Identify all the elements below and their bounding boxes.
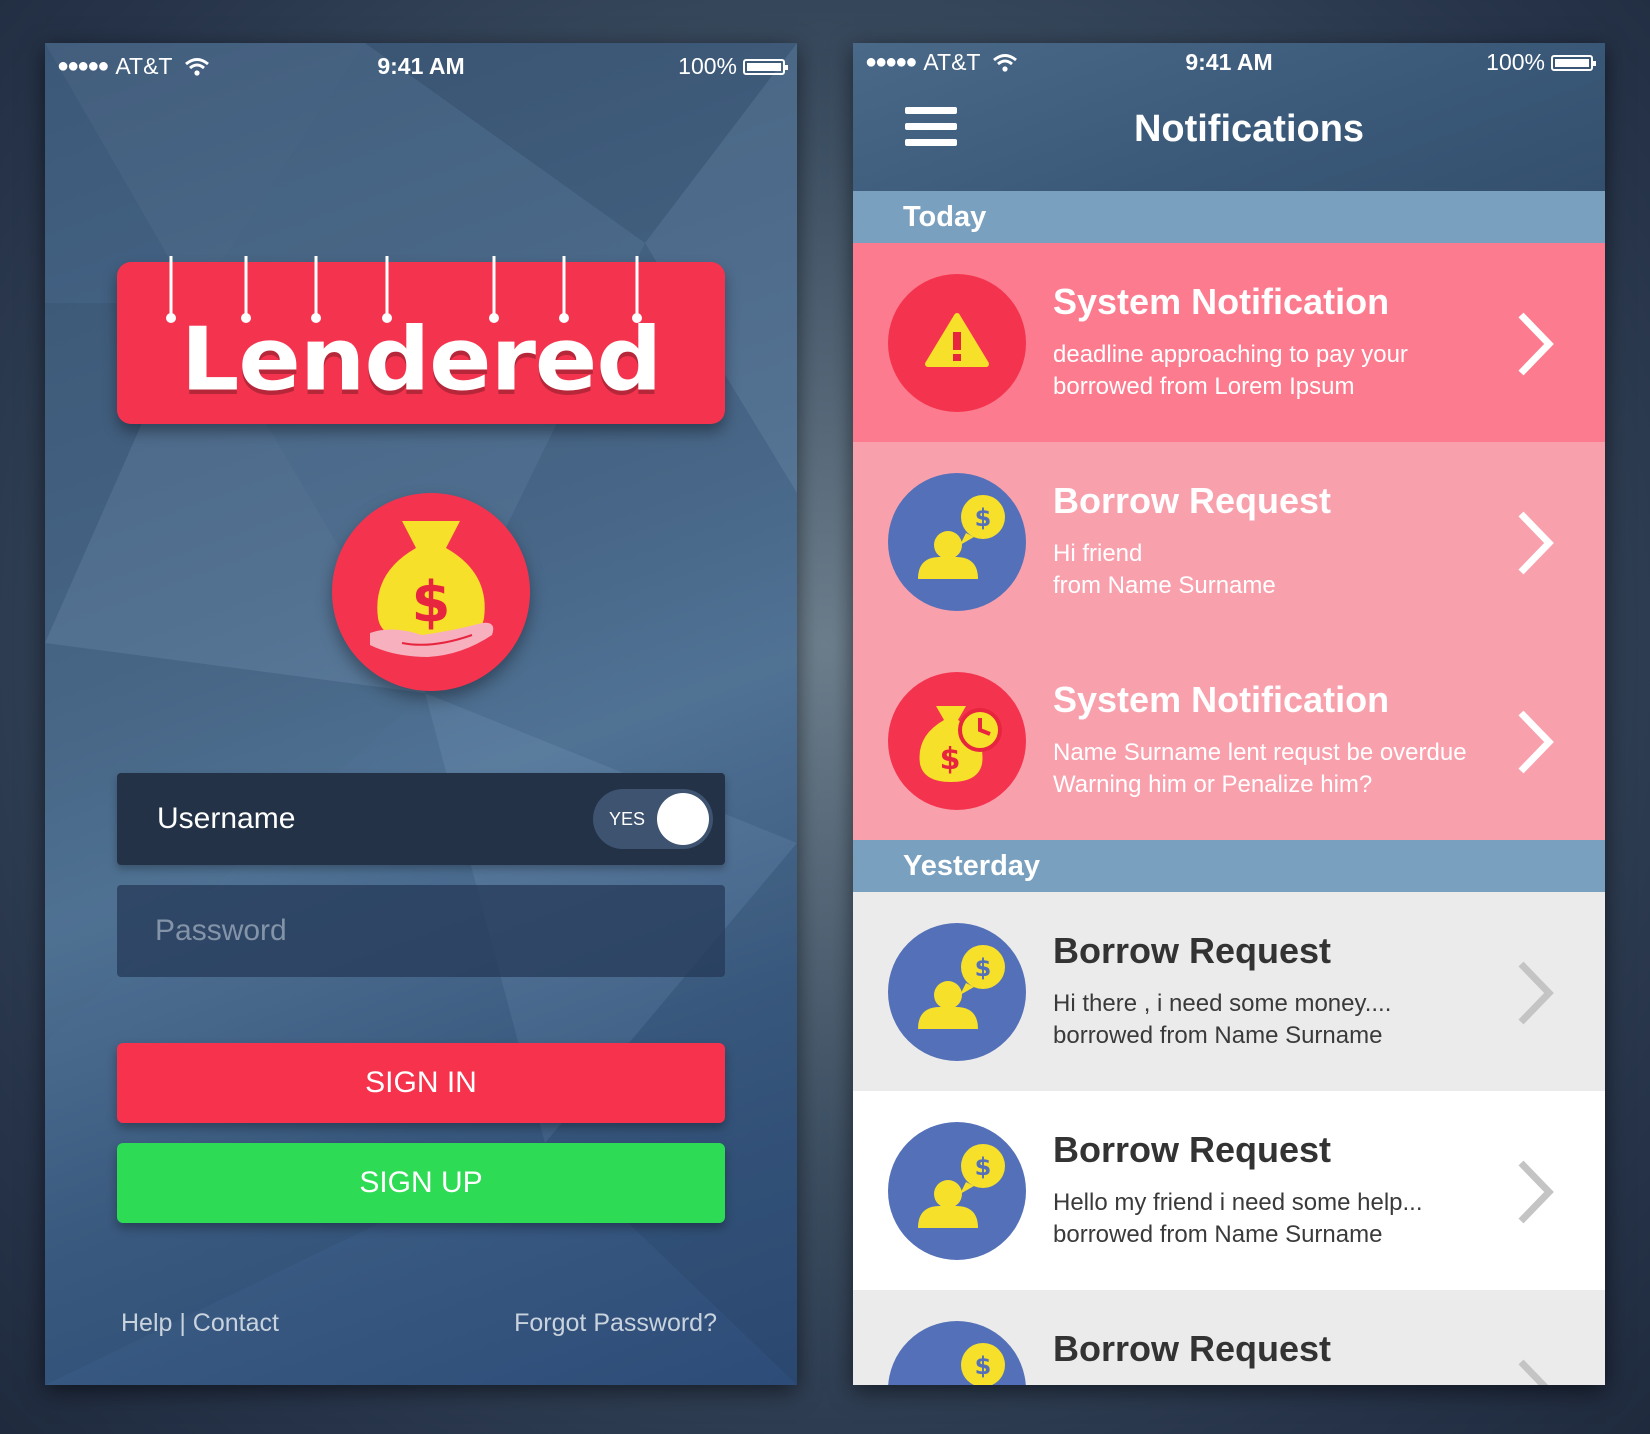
notification-title: Borrow Request (1053, 930, 1332, 971)
notification-row[interactable]: $ Borrow Request (853, 1290, 1605, 1385)
status-bar: ●●●●● AT&T 9:41 AM 100% (45, 43, 797, 87)
section-header-today: Today (853, 191, 1605, 243)
svg-text:$: $ (975, 1352, 992, 1380)
chevron-right-icon (1518, 961, 1554, 1025)
battery-percent: 100% (678, 53, 737, 79)
notification-text: Name Surname lent requst be overdue (1053, 739, 1467, 766)
remember-toggle[interactable]: YES (593, 789, 713, 849)
borrow-request-icon: $ (888, 1122, 1026, 1260)
notification-title: System Notification (1053, 281, 1390, 322)
notification-text: Hi friend (1053, 540, 1143, 567)
help-contact-link[interactable]: Help | Contact (121, 1309, 279, 1338)
warning-icon (888, 274, 1026, 412)
notification-title: Borrow Request (1053, 1328, 1332, 1369)
notification-subtext: borrowed from Name Surname (1053, 1022, 1383, 1049)
battery-icon (743, 58, 788, 75)
notification-title: Borrow Request (1053, 1129, 1332, 1170)
chevron-right-icon (1518, 710, 1554, 774)
notification-row[interactable]: $ Borrow Request Hi friend from Name Sur… (853, 442, 1605, 641)
nav-bar: ●●●●● AT&T 9:41 AM 100% Notifications (853, 43, 1605, 191)
logo-text: Lendered (180, 308, 662, 411)
notification-subtext: Warning him or Penalize him? (1053, 771, 1373, 798)
toggle-knob[interactable] (657, 793, 709, 845)
notification-title: System Notification (1053, 679, 1390, 720)
sign-up-button[interactable]: SIGN UP (117, 1143, 725, 1223)
notification-subtext: borrowed from Lorem Ipsum (1053, 373, 1355, 400)
notification-text: deadline approaching to pay your (1053, 341, 1408, 368)
notification-row[interactable]: $ Borrow Request Hello my friend i need … (853, 1091, 1605, 1290)
svg-text:$: $ (940, 742, 961, 777)
notification-row[interactable]: $ Borrow Request Hi there , i need some … (853, 892, 1605, 1091)
username-label: Username (157, 802, 296, 835)
password-field[interactable] (117, 885, 725, 977)
borrow-request-icon: $ (888, 923, 1026, 1061)
page-title: Notifications (1133, 108, 1365, 150)
password-input[interactable] (155, 885, 555, 977)
notification-text: Hello my friend i need some help... (1053, 1189, 1423, 1216)
notification-title: Borrow Request (1053, 480, 1332, 521)
borrow-request-icon: $ (888, 473, 1026, 611)
svg-text:$: $ (975, 1153, 992, 1181)
username-field[interactable]: Username YES (117, 773, 725, 865)
notification-row[interactable]: $ System Notification Name Surname lent … (853, 641, 1605, 840)
money-bag-icon: $ (332, 493, 530, 691)
sign-in-button[interactable]: SIGN IN (117, 1043, 725, 1123)
notification-text: Hi there , i need some money.... (1053, 990, 1392, 1017)
notification-row[interactable]: System Notification deadline approaching… (853, 243, 1605, 442)
notification-subtext: borrowed from Name Surname (1053, 1221, 1383, 1248)
battery-icon (1551, 54, 1596, 71)
borrow-request-icon: $ (888, 1321, 1026, 1385)
chevron-right-icon (1518, 511, 1554, 575)
forgot-password-link[interactable]: Forgot Password? (514, 1309, 717, 1338)
notifications-screen: ●●●●● AT&T 9:41 AM 100% Notifications To… (853, 43, 1605, 1385)
notification-subtext: from Name Surname (1053, 572, 1276, 599)
section-header-yesterday: Yesterday (853, 840, 1605, 892)
chevron-right-icon (1518, 1359, 1549, 1385)
svg-text:$: $ (975, 504, 992, 532)
overdue-money-icon: $ (888, 672, 1026, 810)
chevron-right-icon (1518, 312, 1554, 376)
chevron-right-icon (1518, 1160, 1554, 1224)
svg-text:$: $ (975, 954, 992, 982)
app-logo: Lendered (117, 256, 725, 424)
svg-text:$: $ (412, 570, 451, 635)
battery-percent: 100% (1486, 49, 1545, 75)
login-screen: ●●●●● AT&T 9:41 AM 100% Lendered $ Usern… (45, 43, 797, 1385)
status-bar: ●●●●● AT&T 9:41 AM 100% (853, 43, 1605, 87)
toggle-label: YES (609, 809, 646, 829)
